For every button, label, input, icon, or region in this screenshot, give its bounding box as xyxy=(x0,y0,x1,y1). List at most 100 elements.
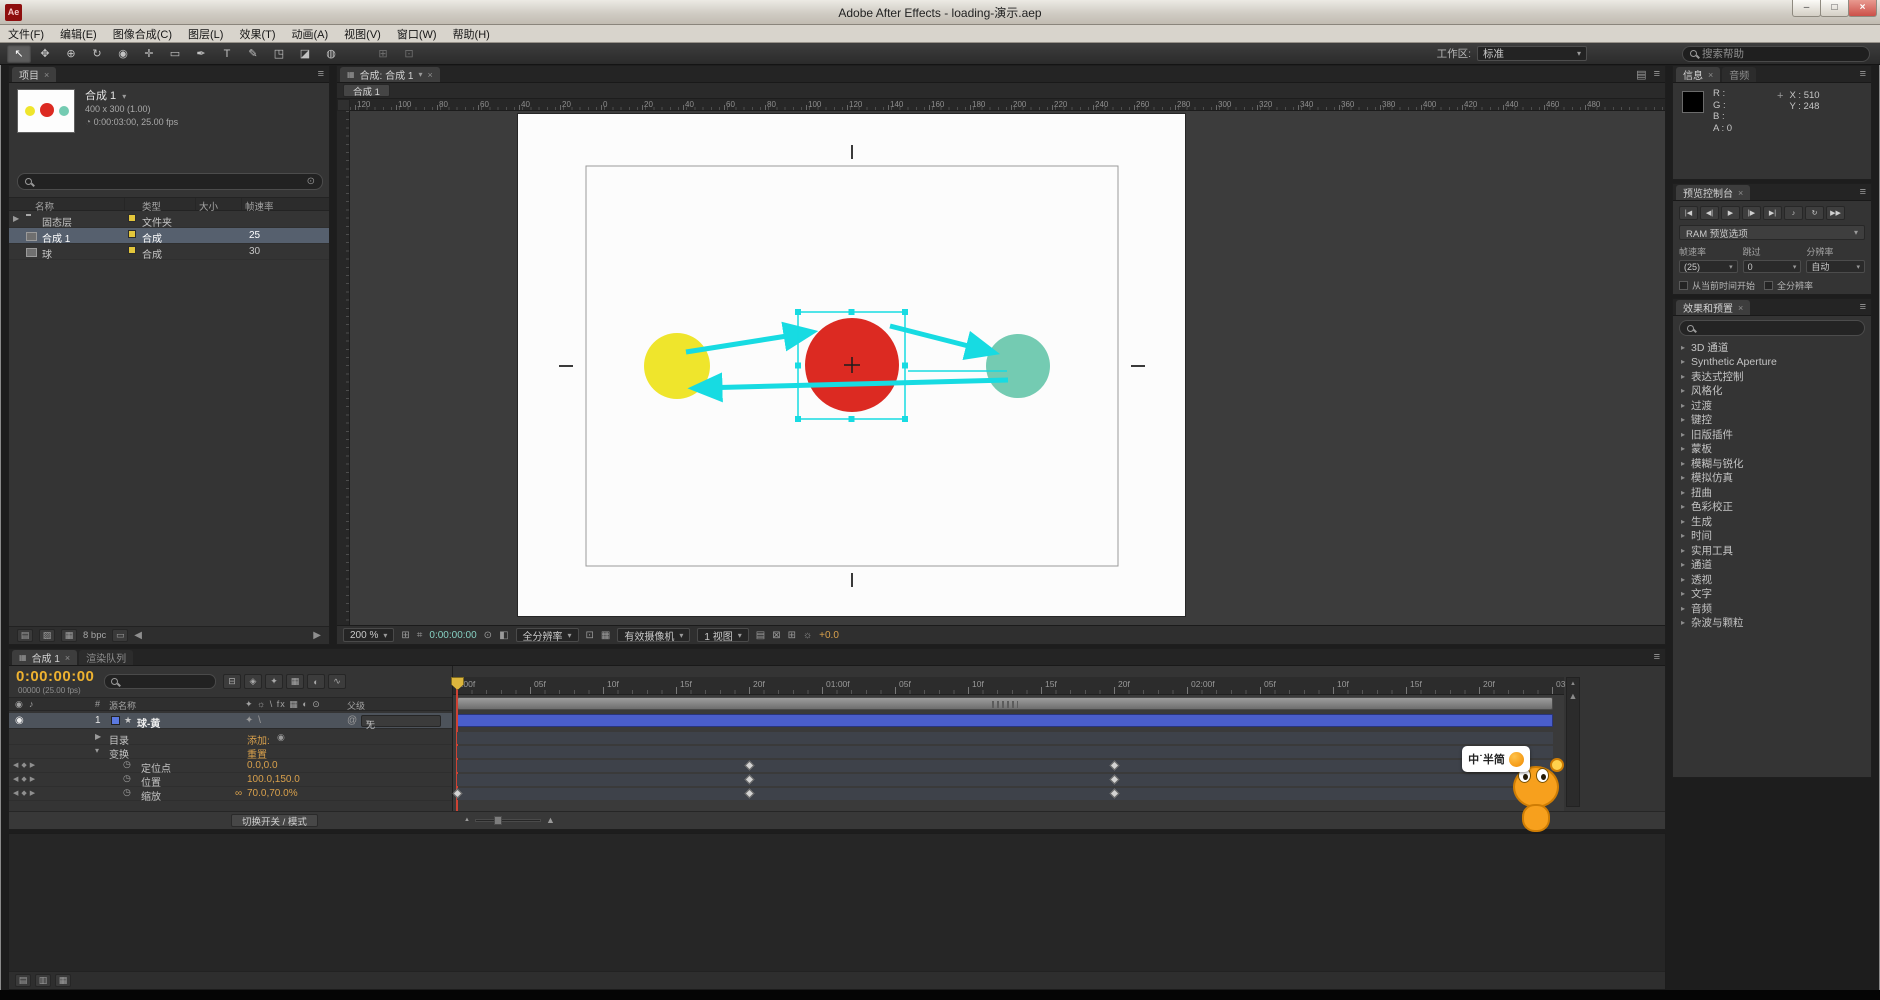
stopwatch-icon[interactable]: ◷ xyxy=(123,787,131,798)
expand-icon[interactable]: ▸ xyxy=(1681,459,1685,468)
workspace-select[interactable]: 标准 ▾ xyxy=(1477,46,1587,61)
layer-duration-bar[interactable] xyxy=(457,714,1553,727)
project-search-input[interactable] xyxy=(38,176,301,187)
property-row[interactable]: ◀◆▶◷定位点0.0,0.0 xyxy=(9,759,452,773)
layer-row[interactable]: ◉ 1 ★ 球-黄 ✦ \ @ 无 ▾ xyxy=(9,713,452,729)
ball-teal[interactable] xyxy=(986,334,1050,398)
close-icon[interactable]: × xyxy=(1738,188,1743,198)
selection-tool[interactable]: ↖ xyxy=(7,45,31,63)
column-source-name[interactable]: 源名称 xyxy=(109,699,136,712)
project-search-box[interactable]: ⊙ xyxy=(17,173,323,190)
column-size[interactable]: 大小 xyxy=(199,199,218,213)
effects-category[interactable]: ▸生成 xyxy=(1673,514,1871,529)
close-icon[interactable]: × xyxy=(427,70,432,80)
ram-preview-options-select[interactable]: RAM 预览选项 ▾ xyxy=(1679,225,1865,240)
column-name[interactable]: 名称 xyxy=(35,199,54,213)
parent-select[interactable]: 无 ▾ xyxy=(361,715,441,727)
expand-icon[interactable]: ▸ xyxy=(1681,618,1685,627)
graph-editor-button[interactable]: ∿ xyxy=(328,674,346,689)
hand-tool[interactable]: ✥ xyxy=(33,45,57,63)
layer-color-swatch[interactable] xyxy=(111,716,120,725)
zoom-tool[interactable]: ⊕ xyxy=(59,45,83,63)
snapshot-icon[interactable]: ⊙ xyxy=(484,630,492,641)
expand-icon[interactable]: ▸ xyxy=(1681,560,1685,569)
unified-camera-tool[interactable]: ◉ xyxy=(111,45,135,63)
group-row[interactable]: ▶目录添加:◉ xyxy=(9,731,452,745)
trash-icon[interactable]: ▭ xyxy=(112,629,128,642)
close-button[interactable]: × xyxy=(1848,0,1877,17)
checkbox-icon[interactable] xyxy=(1764,281,1773,290)
new-folder-icon[interactable]: ▨ xyxy=(39,629,55,642)
comp-family-button[interactable]: ⊟ xyxy=(223,674,241,689)
maximize-button[interactable]: □ xyxy=(1820,0,1849,17)
eraser-tool[interactable]: ◪ xyxy=(293,45,317,63)
minimize-button[interactable]: – xyxy=(1792,0,1821,17)
region-of-interest-icon[interactable]: ⊡ xyxy=(586,630,594,641)
pan-behind-tool[interactable]: ✛ xyxy=(137,45,161,63)
channels-icon[interactable]: ◧ xyxy=(499,630,508,641)
effects-category[interactable]: ▸风格化 xyxy=(1673,384,1871,399)
clone-stamp-tool[interactable]: ◳ xyxy=(267,45,291,63)
expand-icon[interactable]: ▸ xyxy=(1681,343,1685,352)
layer-name[interactable]: 球-黄 xyxy=(137,715,160,730)
zoom-slider-track[interactable] xyxy=(475,819,541,822)
tab-effects-presets[interactable]: 效果和预置 × xyxy=(1676,300,1750,315)
pen-tool[interactable]: ✒ xyxy=(189,45,213,63)
effects-category[interactable]: ▸过渡 xyxy=(1673,398,1871,413)
timeline-zoom-slider[interactable]: ▲ ▲ xyxy=(464,815,555,825)
hide-shy-button[interactable]: ✦ xyxy=(265,674,283,689)
full-resolution-option[interactable]: 全分辨率 xyxy=(1764,279,1813,292)
menu-item-4[interactable]: 图层(L) xyxy=(180,25,231,42)
stopwatch-icon[interactable]: ◷ xyxy=(123,773,131,784)
checkbox-icon[interactable] xyxy=(1679,281,1688,290)
expand-icon[interactable]: ▸ xyxy=(1681,444,1685,453)
next-keyframe-icon[interactable]: ▶ xyxy=(30,761,35,769)
composition-canvas[interactable] xyxy=(518,114,1185,616)
dock-icon-a[interactable]: ▤ xyxy=(15,974,31,987)
panel-menu-icon[interactable]: ≡ xyxy=(1654,651,1660,663)
last-frame-button[interactable]: ▶| xyxy=(1763,206,1782,220)
view-menu-icon[interactable]: ▤ xyxy=(1636,68,1646,81)
column-fps[interactable]: 帧速率 xyxy=(245,199,274,213)
zoom-slider-handle[interactable] xyxy=(494,816,502,825)
link-icon[interactable]: ∞ xyxy=(235,788,242,799)
next-keyframe-icon[interactable]: ▶ xyxy=(30,789,35,797)
effects-category[interactable]: ▸文字 xyxy=(1673,587,1871,602)
timeline-search-box[interactable] xyxy=(104,674,216,689)
brush-tool[interactable]: ✎ xyxy=(241,45,265,63)
draft-3d-button[interactable]: ◈ xyxy=(244,674,262,689)
tab-project[interactable]: 项目 × xyxy=(12,67,56,82)
breadcrumb[interactable]: 合成 1 xyxy=(343,84,390,97)
expand-icon[interactable]: ▸ xyxy=(1681,517,1685,526)
close-icon[interactable]: × xyxy=(1738,303,1743,313)
viewer-ruler-top[interactable]: 1201008060402002040608010012014016018020… xyxy=(350,99,1665,111)
exposure-value[interactable]: +0.0 xyxy=(819,630,839,641)
exposure-icon[interactable]: ☼ xyxy=(803,630,812,641)
help-search-box[interactable]: 搜索帮助 xyxy=(1682,46,1870,62)
text-tool[interactable]: T xyxy=(215,45,239,63)
chevron-down-icon[interactable]: ▾ xyxy=(418,70,422,79)
expand-icon[interactable]: ▸ xyxy=(1681,546,1685,555)
property-value[interactable]: 70.0,70.0% xyxy=(247,788,298,799)
effects-category[interactable]: ▸旧版插件 xyxy=(1673,427,1871,442)
zoom-in-icon[interactable]: ▲ xyxy=(546,815,555,825)
tab-preview[interactable]: 预览控制台 × xyxy=(1676,185,1750,200)
shape-tool[interactable]: ▭ xyxy=(163,45,187,63)
dock-icon-b[interactable]: ▥ xyxy=(35,974,51,987)
column-divider[interactable] xyxy=(241,198,242,210)
field-select[interactable]: 自动▾ xyxy=(1806,260,1865,273)
effects-category[interactable]: ▸透视 xyxy=(1673,572,1871,587)
expand-icon[interactable]: ▸ xyxy=(1681,604,1685,613)
table-row[interactable]: ▶固态层文件夹 xyxy=(9,212,329,228)
timeline-ruler[interactable]: :00f05f10f15f20f01:00f05f10f15f20f02:00f… xyxy=(453,677,1564,695)
expand-icon[interactable]: ▸ xyxy=(1681,502,1685,511)
label-color-swatch[interactable] xyxy=(128,230,136,238)
menu-item-3[interactable]: 图像合成(C) xyxy=(105,25,180,42)
audio-toggle-button[interactable]: ♪ xyxy=(1784,206,1803,220)
transparency-grid-icon[interactable]: ▦ xyxy=(601,630,610,641)
effects-category[interactable]: ▸色彩校正 xyxy=(1673,500,1871,515)
panel-menu-icon[interactable]: ≡ xyxy=(1860,186,1866,198)
frame-blend-button[interactable]: ▦ xyxy=(286,674,304,689)
motion-blur-button[interactable]: ◐ xyxy=(307,674,325,689)
expand-icon[interactable]: ▸ xyxy=(1681,473,1685,482)
